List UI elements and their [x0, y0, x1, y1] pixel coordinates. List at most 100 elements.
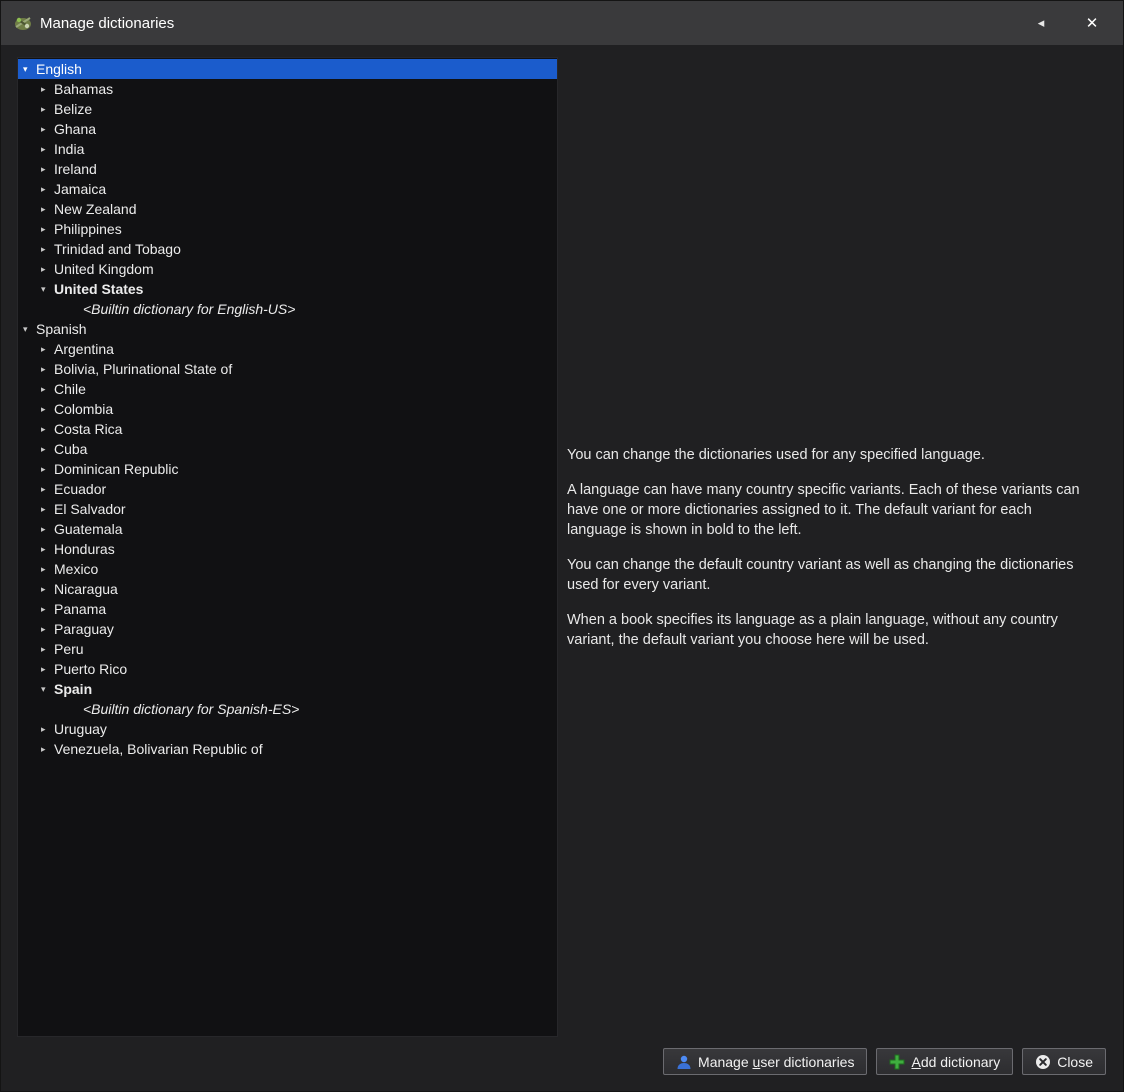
collapsed-arrow-icon[interactable]: ▸ [41, 719, 54, 739]
collapsed-arrow-icon[interactable]: ▸ [41, 459, 54, 479]
collapsed-arrow-icon[interactable]: ▸ [41, 239, 54, 259]
tree-item[interactable]: ▸ Ireland [18, 159, 557, 179]
titlebar[interactable]: Manage dictionaries ◂ ✕ [1, 1, 1123, 45]
collapsed-arrow-icon[interactable]: ▸ [41, 379, 54, 399]
tree-item[interactable]: ▸ Colombia [18, 399, 557, 419]
tree-item[interactable]: ▸ Bolivia, Plurinational State of [18, 359, 557, 379]
tree-item[interactable]: ▸ Jamaica [18, 179, 557, 199]
collapsed-arrow-icon[interactable]: ▸ [41, 179, 54, 199]
collapsed-arrow-icon[interactable]: ▸ [41, 639, 54, 659]
expanded-arrow-icon[interactable]: ▾ [23, 319, 36, 339]
collapsed-arrow-icon[interactable]: ▸ [41, 139, 54, 159]
tree-item-label: <Builtin dictionary for English-US> [83, 301, 296, 317]
collapsed-arrow-icon[interactable]: ▸ [41, 79, 54, 99]
tree-item[interactable]: <Builtin dictionary for English-US> [18, 299, 557, 319]
collapsed-arrow-icon[interactable]: ▸ [41, 479, 54, 499]
info-panel: You can change the dictionaries used for… [567, 445, 1091, 665]
tree-item[interactable]: <Builtin dictionary for Spanish-ES> [18, 699, 557, 719]
tree-item[interactable]: ▸ Costa Rica [18, 419, 557, 439]
tree-item[interactable]: ▾ Spanish [18, 319, 557, 339]
dialog-button-row: Manage user dictionaries Add dictionary … [663, 1048, 1106, 1075]
tree-item[interactable]: ▸ Philippines [18, 219, 557, 239]
collapsed-arrow-icon[interactable]: ▸ [41, 559, 54, 579]
collapsed-arrow-icon[interactable]: ▸ [41, 359, 54, 379]
collapsed-arrow-icon[interactable]: ▸ [41, 739, 54, 759]
tree-item-label: Puerto Rico [54, 661, 128, 677]
tree-item[interactable]: ▸ Paraguay [18, 619, 557, 639]
expanded-arrow-icon[interactable]: ▾ [41, 679, 54, 699]
tree-item[interactable]: ▸ Venezuela, Bolivarian Republic of [18, 739, 557, 759]
collapsed-arrow-icon[interactable]: ▸ [41, 519, 54, 539]
collapsed-arrow-icon[interactable]: ▸ [41, 599, 54, 619]
tree-item[interactable]: ▸ Panama [18, 599, 557, 619]
tree-item-label: Trinidad and Tobago [54, 241, 181, 257]
tree-item-label: English [36, 61, 82, 77]
collapsed-arrow-icon[interactable]: ▸ [41, 619, 54, 639]
manage-user-dictionaries-button[interactable]: Manage user dictionaries [663, 1048, 868, 1075]
tree-item-label: Cuba [54, 441, 88, 457]
info-paragraph: You can change the default country varia… [567, 557, 1074, 593]
tree-item-label: Argentina [54, 341, 114, 357]
collapsed-arrow-icon[interactable]: ▸ [41, 159, 54, 179]
collapsed-arrow-icon[interactable]: ▸ [41, 399, 54, 419]
tree-item-label: Bolivia, Plurinational State of [54, 361, 233, 377]
tree-item-label: United States [54, 281, 144, 297]
tree-item[interactable]: ▾ United States [18, 279, 557, 299]
dictionary-tree[interactable]: ▾ English ▸ Bahamas ▸ Belize ▸ Ghana ▸ India ▸ Irel… [17, 57, 558, 1037]
add-dictionary-button[interactable]: Add dictionary [876, 1048, 1014, 1075]
tree-item-label: Jamaica [54, 181, 107, 197]
plus-icon [889, 1054, 905, 1069]
tree-item[interactable]: ▸ Puerto Rico [18, 659, 557, 679]
tree-item[interactable]: ▸ El Salvador [18, 499, 557, 519]
tree-item-label: Peru [54, 641, 84, 657]
collapsed-arrow-icon[interactable]: ▸ [41, 659, 54, 679]
collapsed-arrow-icon[interactable]: ▸ [41, 219, 54, 239]
tree-item[interactable]: ▸ Cuba [18, 439, 557, 459]
tree-item[interactable]: ▸ Bahamas [18, 79, 557, 99]
tree-item[interactable]: ▸ Mexico [18, 559, 557, 579]
collapsed-arrow-icon[interactable]: ▸ [41, 99, 54, 119]
collapsed-arrow-icon[interactable]: ▸ [41, 199, 54, 219]
tree-item[interactable]: ▸ New Zealand [18, 199, 557, 219]
expanded-arrow-icon[interactable]: ▾ [41, 279, 54, 299]
close-icon[interactable]: ✕ [1061, 1, 1123, 45]
tree-item[interactable]: ▸ Uruguay [18, 719, 557, 739]
tree-item[interactable]: ▸ United Kingdom [18, 259, 557, 279]
collapsed-arrow-icon[interactable]: ▸ [41, 439, 54, 459]
collapsed-arrow-icon[interactable]: ▸ [41, 539, 54, 559]
tree-item[interactable]: ▸ Guatemala [18, 519, 557, 539]
back-arrow-icon[interactable]: ◂ [1021, 1, 1061, 45]
close-button[interactable]: Close [1022, 1048, 1106, 1075]
button-label: Manage user dictionaries [698, 1053, 855, 1070]
tree-item[interactable]: ▸ Trinidad and Tobago [18, 239, 557, 259]
collapsed-arrow-icon[interactable]: ▸ [41, 419, 54, 439]
tree-item-label: Mexico [54, 561, 99, 577]
tree-item-label: Guatemala [54, 521, 123, 537]
collapsed-arrow-icon[interactable]: ▸ [41, 259, 54, 279]
tree-item[interactable]: ▸ Ecuador [18, 479, 557, 499]
tree-item-label: Bahamas [54, 81, 114, 97]
collapsed-arrow-icon[interactable]: ▸ [41, 339, 54, 359]
collapsed-arrow-icon[interactable]: ▸ [41, 119, 54, 139]
collapsed-arrow-icon[interactable]: ▸ [41, 499, 54, 519]
tree-item[interactable]: ▾ Spain [18, 679, 557, 699]
tree-item[interactable]: ▾ English [18, 59, 557, 79]
expanded-arrow-icon[interactable]: ▾ [23, 59, 36, 79]
collapsed-arrow-icon[interactable]: ▸ [41, 579, 54, 599]
tree-item[interactable]: ▸ India [18, 139, 557, 159]
tree-item-label: Venezuela, Bolivarian Republic of [54, 741, 263, 757]
app-icon [15, 17, 31, 30]
tree-item-label: El Salvador [54, 501, 126, 517]
tree-item[interactable]: ▸ Honduras [18, 539, 557, 559]
tree-item[interactable]: ▸ Chile [18, 379, 557, 399]
tree-item-label: Paraguay [54, 621, 114, 637]
user-icon [677, 1055, 691, 1069]
tree-item[interactable]: ▸ Belize [18, 99, 557, 119]
tree-item[interactable]: ▸ Ghana [18, 119, 557, 139]
tree-item[interactable]: ▸ Argentina [18, 339, 557, 359]
info-paragraph: A language can have many country specifi… [567, 482, 1080, 538]
tree-item-label: Uruguay [54, 721, 107, 737]
tree-item[interactable]: ▸ Dominican Republic [18, 459, 557, 479]
tree-item[interactable]: ▸ Nicaragua [18, 579, 557, 599]
tree-item[interactable]: ▸ Peru [18, 639, 557, 659]
